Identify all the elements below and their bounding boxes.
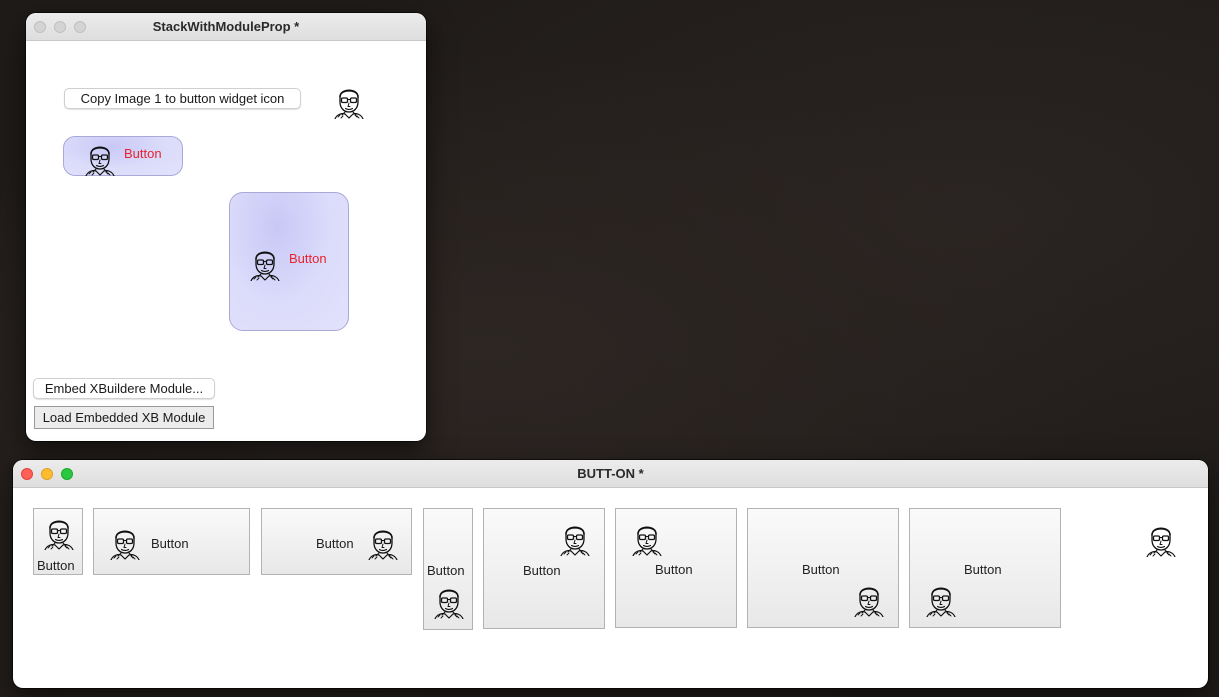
titlebar[interactable]: StackWithModuleProp *	[26, 13, 426, 41]
button-label: Button	[655, 562, 693, 577]
button-icon-bottom[interactable]: Button	[423, 508, 473, 630]
portrait-face-icon	[852, 583, 886, 617]
button-label: Button	[151, 536, 189, 551]
button-icon-right[interactable]: Button	[261, 508, 412, 575]
button-label: Button	[289, 251, 327, 266]
button-label: Button	[316, 536, 354, 551]
portrait-face-icon	[432, 585, 466, 619]
titlebar[interactable]: BUTT-ON *	[13, 460, 1208, 488]
button-icon-top-right[interactable]: Button	[483, 508, 605, 629]
butt-on-window: BUTT-ON * Button Button Button Button Bu…	[13, 460, 1208, 688]
button-label: Button	[802, 562, 840, 577]
portrait-face-icon	[108, 526, 142, 560]
button-label: Button	[37, 558, 75, 573]
button-icon-bottom-left[interactable]: Button	[909, 508, 1061, 628]
button-icon-top-left[interactable]: Button	[615, 508, 737, 628]
image1-portrait-icon[interactable]	[332, 85, 366, 119]
button-label: Button	[964, 562, 1002, 577]
stack-window: StackWithModuleProp * Copy Image 1 to bu…	[26, 13, 426, 441]
portrait-face-icon	[630, 522, 664, 556]
portrait-face-icon	[366, 526, 400, 560]
load-embedded-module-button[interactable]: Load Embedded XB Module	[34, 406, 214, 429]
portrait-face-icon	[558, 522, 592, 556]
portrait-face-icon	[924, 583, 958, 617]
portrait-face-icon	[42, 516, 76, 550]
button-icon-top[interactable]: Button	[33, 508, 83, 575]
embed-module-button[interactable]: Embed XBuildere Module...	[33, 378, 215, 399]
purple-button-small[interactable]: Button	[63, 136, 183, 176]
portrait-face-icon	[83, 142, 117, 176]
portrait-face-icon	[248, 247, 282, 281]
button-icon-bottom-right[interactable]: Button	[747, 508, 899, 628]
window-title: StackWithModuleProp *	[152, 19, 300, 34]
purple-button-large[interactable]: Button	[229, 192, 349, 331]
standalone-portrait-icon[interactable]	[1144, 523, 1178, 557]
button-label: Button	[124, 146, 162, 161]
button-label: Button	[427, 563, 465, 578]
button-label: Button	[523, 563, 561, 578]
copy-image-button[interactable]: Copy Image 1 to button widget icon	[64, 88, 301, 109]
window-title: BUTT-ON *	[577, 466, 644, 481]
button-icon-left[interactable]: Button	[93, 508, 250, 575]
